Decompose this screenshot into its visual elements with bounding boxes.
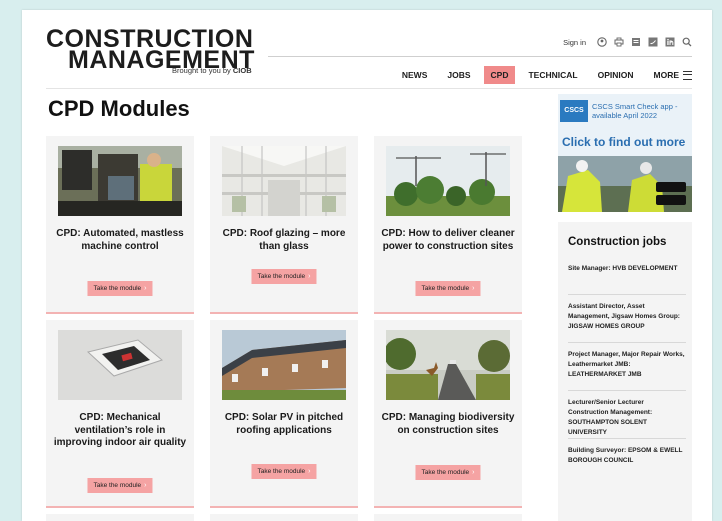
cpd-card-partial[interactable] xyxy=(210,514,358,521)
page: CONSTRUCTION MANAGEMENT Brought to you b… xyxy=(22,10,712,521)
button-label: Take the module xyxy=(421,285,470,292)
user-icon[interactable] xyxy=(597,37,607,47)
job-separator xyxy=(568,294,686,295)
nav-news[interactable]: NEWS xyxy=(395,66,435,84)
signin-link[interactable]: Sign in xyxy=(563,38,586,47)
job-separator xyxy=(568,390,686,391)
card-image-ventilation[interactable] xyxy=(58,330,182,400)
job-separator xyxy=(568,438,686,439)
rss-icon[interactable] xyxy=(631,37,641,47)
twitter-icon[interactable] xyxy=(648,37,658,47)
jobs-title: Construction jobs xyxy=(568,236,667,248)
main-nav: NEWS JOBS CPD TECHNICAL OPINION MORE xyxy=(389,66,692,84)
cpd-card[interactable]: CPD: Automated, mastless machine control… xyxy=(46,136,194,314)
ad-image xyxy=(558,156,692,212)
nav-technical[interactable]: TECHNICAL xyxy=(521,66,584,84)
cscs-logo: CSCS xyxy=(560,100,588,122)
job-separator xyxy=(568,342,686,343)
card-title[interactable]: CPD: Solar PV in pitched roofing applica… xyxy=(216,412,352,437)
button-label: Take the module xyxy=(93,482,142,489)
arrow-icon: › xyxy=(308,468,311,475)
card-image-machine-control[interactable] xyxy=(58,146,182,216)
arrow-icon: › xyxy=(472,285,475,292)
job-listing[interactable]: Assistant Director, Asset Management, Ji… xyxy=(568,302,686,332)
hamburger-icon xyxy=(683,70,692,80)
take-module-button[interactable]: Take the module › xyxy=(251,464,317,479)
arrow-icon: › xyxy=(144,482,147,489)
cpd-card[interactable]: CPD: Roof glazing – more than glass Take… xyxy=(210,136,358,314)
site-logo[interactable]: CONSTRUCTION MANAGEMENT xyxy=(46,27,272,73)
card-image-biodiversity[interactable] xyxy=(386,330,510,400)
cpd-card[interactable]: CPD: How to deliver cleaner power to con… xyxy=(374,136,522,314)
arrow-icon: › xyxy=(308,273,311,280)
card-title[interactable]: CPD: Roof glazing – more than glass xyxy=(216,228,352,253)
logo-tagline-brand: CIOB xyxy=(232,66,252,75)
button-label: Take the module xyxy=(421,469,470,476)
arrow-icon: › xyxy=(472,469,475,476)
take-module-button[interactable]: Take the module › xyxy=(415,281,481,296)
cpd-card-partial[interactable] xyxy=(46,514,194,521)
card-image-solar-pv[interactable] xyxy=(222,330,346,400)
button-label: Take the module xyxy=(93,285,142,292)
job-listing[interactable]: Site Manager: HVB DEVELOPMENT xyxy=(568,264,686,274)
cpd-card[interactable]: CPD: Mechanical ventilation’s role in im… xyxy=(46,320,194,508)
take-module-button[interactable]: Take the module › xyxy=(251,269,317,284)
nav-more[interactable]: MORE xyxy=(647,66,692,84)
cpd-card[interactable]: CPD: Managing biodiversity on constructi… xyxy=(374,320,522,508)
button-label: Take the module xyxy=(257,468,306,475)
linkedin-icon[interactable] xyxy=(665,37,675,47)
nav-opinion[interactable]: OPINION xyxy=(591,66,641,84)
print-icon[interactable] xyxy=(614,37,624,47)
take-module-button[interactable]: Take the module › xyxy=(415,465,481,480)
header-divider xyxy=(46,88,692,89)
jobs-panel: Construction jobs Site Manager: HVB DEVE… xyxy=(558,222,692,521)
nav-jobs[interactable]: JOBS xyxy=(440,66,477,84)
cscs-advert[interactable]: CSCS CSCS Smart Check app - available Ap… xyxy=(558,94,692,212)
card-title[interactable]: CPD: How to deliver cleaner power to con… xyxy=(380,228,516,253)
logo-tagline-prefix: Brought to you by xyxy=(172,66,233,75)
job-listing[interactable]: Project Manager, Major Repair Works, Lea… xyxy=(568,350,686,380)
card-title[interactable]: CPD: Automated, mastless machine control xyxy=(52,228,188,253)
cpd-card-partial[interactable] xyxy=(374,514,522,521)
page-title: CPD Modules xyxy=(48,96,190,121)
card-title[interactable]: CPD: Managing biodiversity on constructi… xyxy=(380,412,516,437)
take-module-button[interactable]: Take the module › xyxy=(87,281,153,296)
card-image-roof-glazing[interactable] xyxy=(222,146,346,216)
ad-cta[interactable]: Click to find out more xyxy=(562,135,685,149)
arrow-icon: › xyxy=(144,285,147,292)
button-label: Take the module xyxy=(257,273,306,280)
job-listing[interactable]: Building Surveyor: EPSOM & EWELL BOROUGH… xyxy=(568,446,686,466)
ad-text: CSCS Smart Check app - available April 2… xyxy=(592,102,678,120)
cpd-card[interactable]: CPD: Solar PV in pitched roofing applica… xyxy=(210,320,358,508)
nav-more-label: MORE xyxy=(653,70,680,80)
utility-bar: Sign in xyxy=(563,37,692,47)
nav-cpd[interactable]: CPD xyxy=(483,66,516,84)
take-module-button[interactable]: Take the module › xyxy=(87,478,153,493)
card-image-cleaner-power[interactable] xyxy=(386,146,510,216)
job-listing[interactable]: Lecturer/Senior Lecturer Construction Ma… xyxy=(568,398,686,438)
search-icon[interactable] xyxy=(682,37,692,47)
logo-tagline: Brought to you by CIOB xyxy=(172,66,252,75)
card-title[interactable]: CPD: Mechanical ventilation’s role in im… xyxy=(52,412,188,450)
header-rule xyxy=(268,56,692,57)
